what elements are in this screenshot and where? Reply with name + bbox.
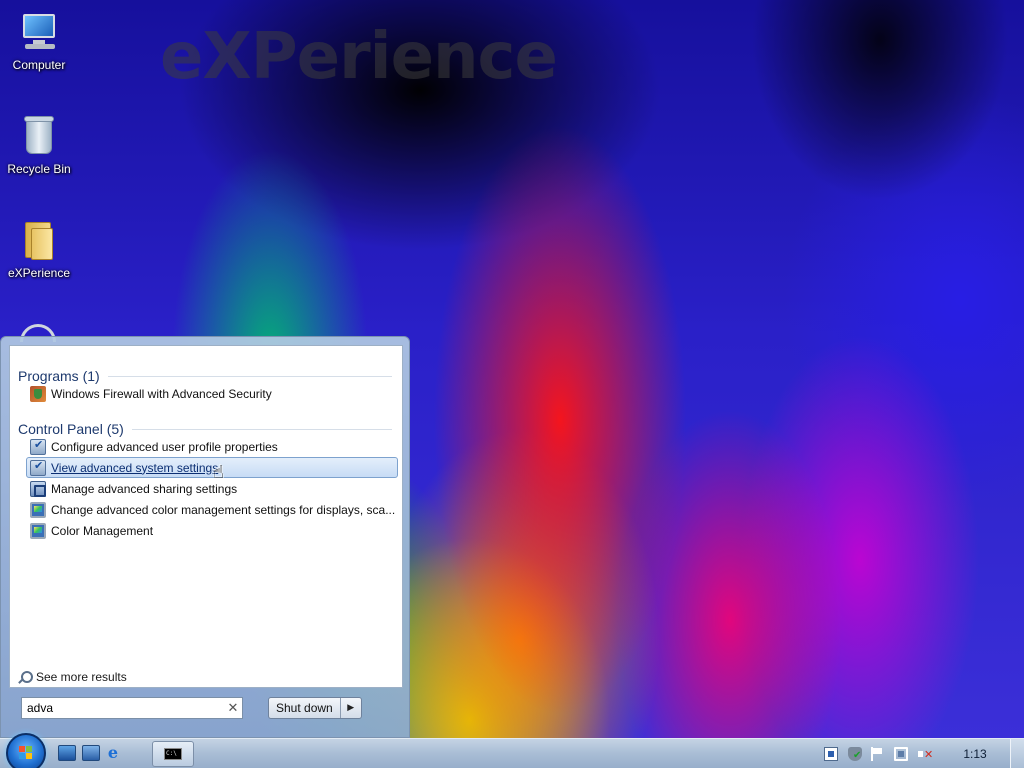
see-more-results-link[interactable]: See more results	[18, 670, 127, 684]
switch-windows-icon[interactable]	[82, 745, 100, 761]
system-clock[interactable]: 1:13	[955, 739, 995, 768]
result-item-advanced-system-settings[interactable]: View advanced system settings	[26, 457, 398, 478]
result-item-user-profile-properties[interactable]: Configure advanced user profile properti…	[26, 436, 398, 457]
display-icon	[30, 501, 46, 518]
command-prompt-icon: C:\	[164, 748, 182, 760]
desktop-icon-computer[interactable]: Computer	[0, 10, 78, 72]
show-desktop-button[interactable]	[1010, 739, 1024, 768]
arrow-right-icon[interactable]: ▶	[341, 698, 361, 718]
shutdown-button[interactable]: Shut down	[269, 698, 341, 718]
internet-explorer-icon[interactable]: e	[104, 745, 122, 761]
action-center-flag-icon[interactable]	[870, 747, 884, 761]
network-icon[interactable]	[894, 747, 908, 761]
show-desktop-icon[interactable]	[58, 745, 76, 761]
result-item-label: Windows Firewall with Advanced Security	[51, 386, 272, 401]
result-item-color-management[interactable]: Color Management	[26, 520, 398, 541]
search-box: ✕	[21, 697, 243, 719]
document-icon[interactable]	[824, 747, 838, 761]
result-item-label: View advanced system settings	[51, 460, 219, 475]
result-item-advanced-sharing-settings[interactable]: Manage advanced sharing settings	[26, 478, 398, 499]
group-divider	[131, 428, 392, 430]
result-item-label: Change advanced color management setting…	[51, 502, 396, 517]
taskbar: e C:\ 1:13	[0, 733, 1024, 768]
computer-icon	[17, 10, 61, 54]
desktop-icon-recycle-bin[interactable]: Recycle Bin	[0, 114, 78, 176]
group-title: Control Panel (5)	[18, 421, 124, 437]
group-title: Programs (1)	[18, 368, 100, 384]
display-icon	[30, 522, 46, 539]
volume-muted-icon[interactable]	[918, 747, 933, 761]
shutdown-button-group: Shut down ▶	[268, 697, 362, 719]
recycle-bin-icon	[17, 114, 61, 158]
control-panel-icon	[30, 459, 46, 476]
result-item-label: Color Management	[51, 523, 154, 538]
control-panel-icon	[30, 438, 46, 455]
search-input[interactable]	[27, 701, 224, 715]
see-more-label: See more results	[36, 670, 127, 684]
start-menu: Programs (1) Windows Firewall with Advan…	[0, 336, 410, 738]
group-divider	[107, 375, 392, 377]
result-item-label: Manage advanced sharing settings	[51, 481, 238, 496]
result-item-color-management-settings[interactable]: Change advanced color management setting…	[26, 499, 398, 520]
desktop-icon-label: eXPerience	[7, 266, 71, 280]
magnifier-icon	[18, 670, 33, 684]
result-item-label: Configure advanced user profile properti…	[51, 439, 278, 454]
windows-orb-icon[interactable]	[6, 733, 46, 768]
result-item-windows-firewall[interactable]: Windows Firewall with Advanced Security	[26, 383, 398, 404]
firewall-icon	[30, 385, 46, 402]
folder-icon	[17, 218, 61, 262]
clear-icon[interactable]: ✕	[224, 701, 242, 716]
desktop-icon-label: Computer	[12, 58, 66, 72]
taskbar-button-command-prompt[interactable]: C:\	[152, 741, 194, 767]
desktop-icon-experience-folder[interactable]: eXPerience	[0, 218, 78, 280]
search-results-pane: Programs (1) Windows Firewall with Advan…	[9, 345, 403, 688]
network-icon	[30, 480, 46, 497]
wallpaper-brand-text: eXPerience	[160, 20, 558, 94]
security-shield-icon[interactable]	[848, 747, 862, 761]
desktop-icon-label: Recycle Bin	[7, 162, 71, 176]
